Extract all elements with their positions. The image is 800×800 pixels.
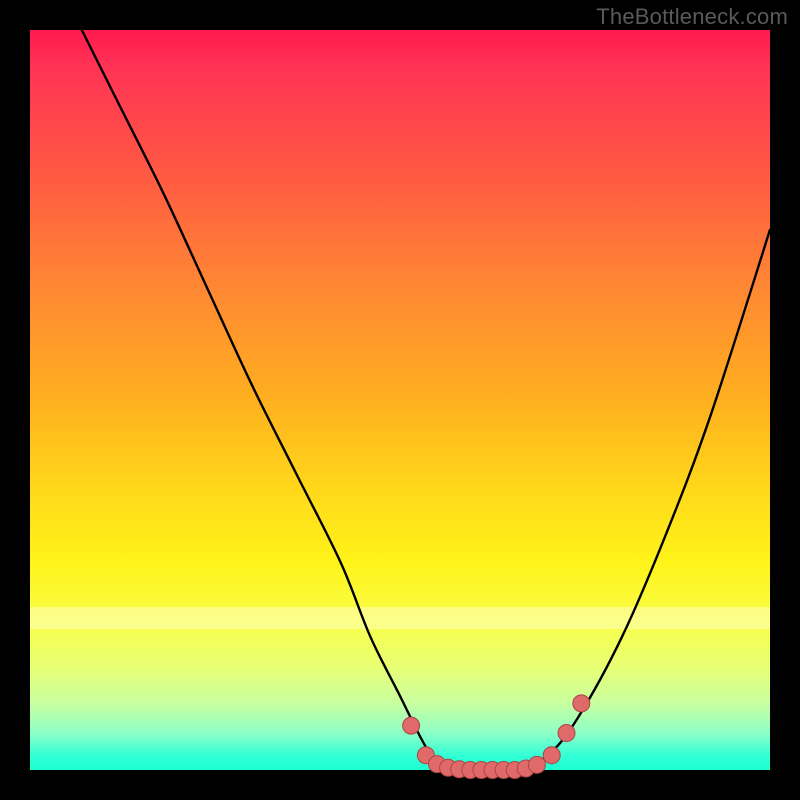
curve-layer <box>30 30 770 770</box>
bottleneck-curve <box>82 30 770 771</box>
curve-markers <box>403 695 590 779</box>
marker-point <box>528 756 545 773</box>
marker-point <box>573 695 590 712</box>
marker-point <box>558 725 575 742</box>
chart-frame: TheBottleneck.com <box>0 0 800 800</box>
plot-area <box>30 30 770 770</box>
watermark-text: TheBottleneck.com <box>596 4 788 30</box>
marker-point <box>543 747 560 764</box>
marker-point <box>403 717 420 734</box>
